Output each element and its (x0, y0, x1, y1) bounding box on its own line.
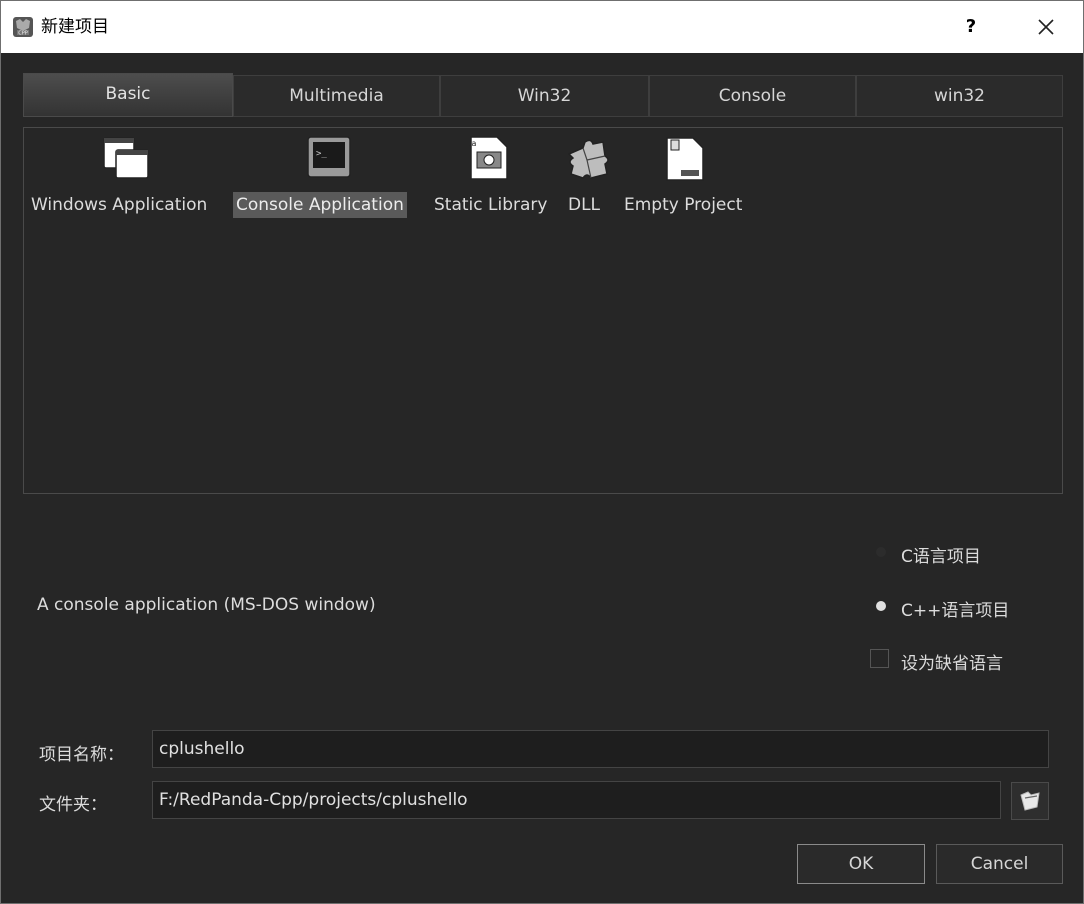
template-tabs: Basic Multimedia Win32 Console win32 (23, 73, 1063, 117)
template-static-library[interactable]: .a Static Library (429, 134, 555, 219)
template-label: Empty Project (624, 195, 743, 215)
template-description: A console application (MS-DOS window) (37, 595, 376, 615)
template-list: Windows Application >_ Console Applicati… (23, 127, 1063, 494)
radio-c-project[interactable] (871, 542, 891, 562)
svg-text:>_: >_ (316, 149, 327, 159)
folder-browse-icon (1020, 791, 1040, 811)
tab-basic[interactable]: Basic (23, 73, 233, 117)
radio-cpp-project[interactable] (871, 596, 891, 616)
dialog-title: 新建项目 (41, 17, 109, 37)
project-name-input[interactable] (152, 730, 1049, 768)
ok-button[interactable]: OK (797, 844, 925, 884)
console-app-icon: >_ (307, 136, 351, 178)
close-button[interactable] (1023, 9, 1069, 45)
windows-app-icon (103, 137, 149, 179)
template-console-application[interactable]: >_ Console Application (229, 134, 429, 219)
empty-project-icon (666, 137, 704, 181)
svg-text:.a: .a (469, 139, 477, 148)
tab-win32[interactable]: Win32 (440, 75, 649, 117)
close-icon (1038, 19, 1054, 35)
template-empty-project[interactable]: Empty Project (619, 134, 754, 219)
dll-puzzle-icon (567, 139, 609, 179)
new-project-dialog: CPP 新建项目 ? Basic Multimedia Win32 Consol… (0, 0, 1084, 904)
radio-dot (876, 547, 886, 557)
project-name-label: 项目名称： (39, 745, 124, 765)
template-label: Windows Application (31, 195, 208, 215)
cpp-project-label[interactable]: C++语言项目 (901, 596, 1009, 621)
static-library-icon: .a (469, 136, 508, 180)
default-language-label[interactable]: 设为缺省语言 (901, 649, 1003, 674)
template-label: Static Library (434, 195, 548, 215)
tab-multimedia[interactable]: Multimedia (233, 75, 440, 117)
template-windows-application[interactable]: Windows Application (24, 134, 229, 219)
svg-text:CPP: CPP (18, 31, 28, 37)
c-project-label[interactable]: C语言项目 (901, 542, 981, 567)
folder-label: 文件夹： (39, 795, 107, 815)
radio-dot-selected (876, 601, 886, 611)
cancel-button[interactable]: Cancel (936, 844, 1063, 884)
title-bar: CPP 新建项目 ? (1, 1, 1083, 53)
tab-console[interactable]: Console (649, 75, 856, 117)
browse-folder-button[interactable] (1011, 782, 1049, 820)
folder-path-input[interactable] (152, 781, 1001, 819)
template-label: Console Application (233, 192, 407, 218)
tab-win32-lower[interactable]: win32 (856, 75, 1063, 117)
default-language-checkbox[interactable] (870, 649, 889, 668)
template-dll[interactable]: DLL (555, 134, 619, 219)
redpanda-icon: CPP (13, 17, 33, 37)
help-button[interactable]: ? (951, 9, 991, 45)
template-label: DLL (568, 195, 601, 215)
